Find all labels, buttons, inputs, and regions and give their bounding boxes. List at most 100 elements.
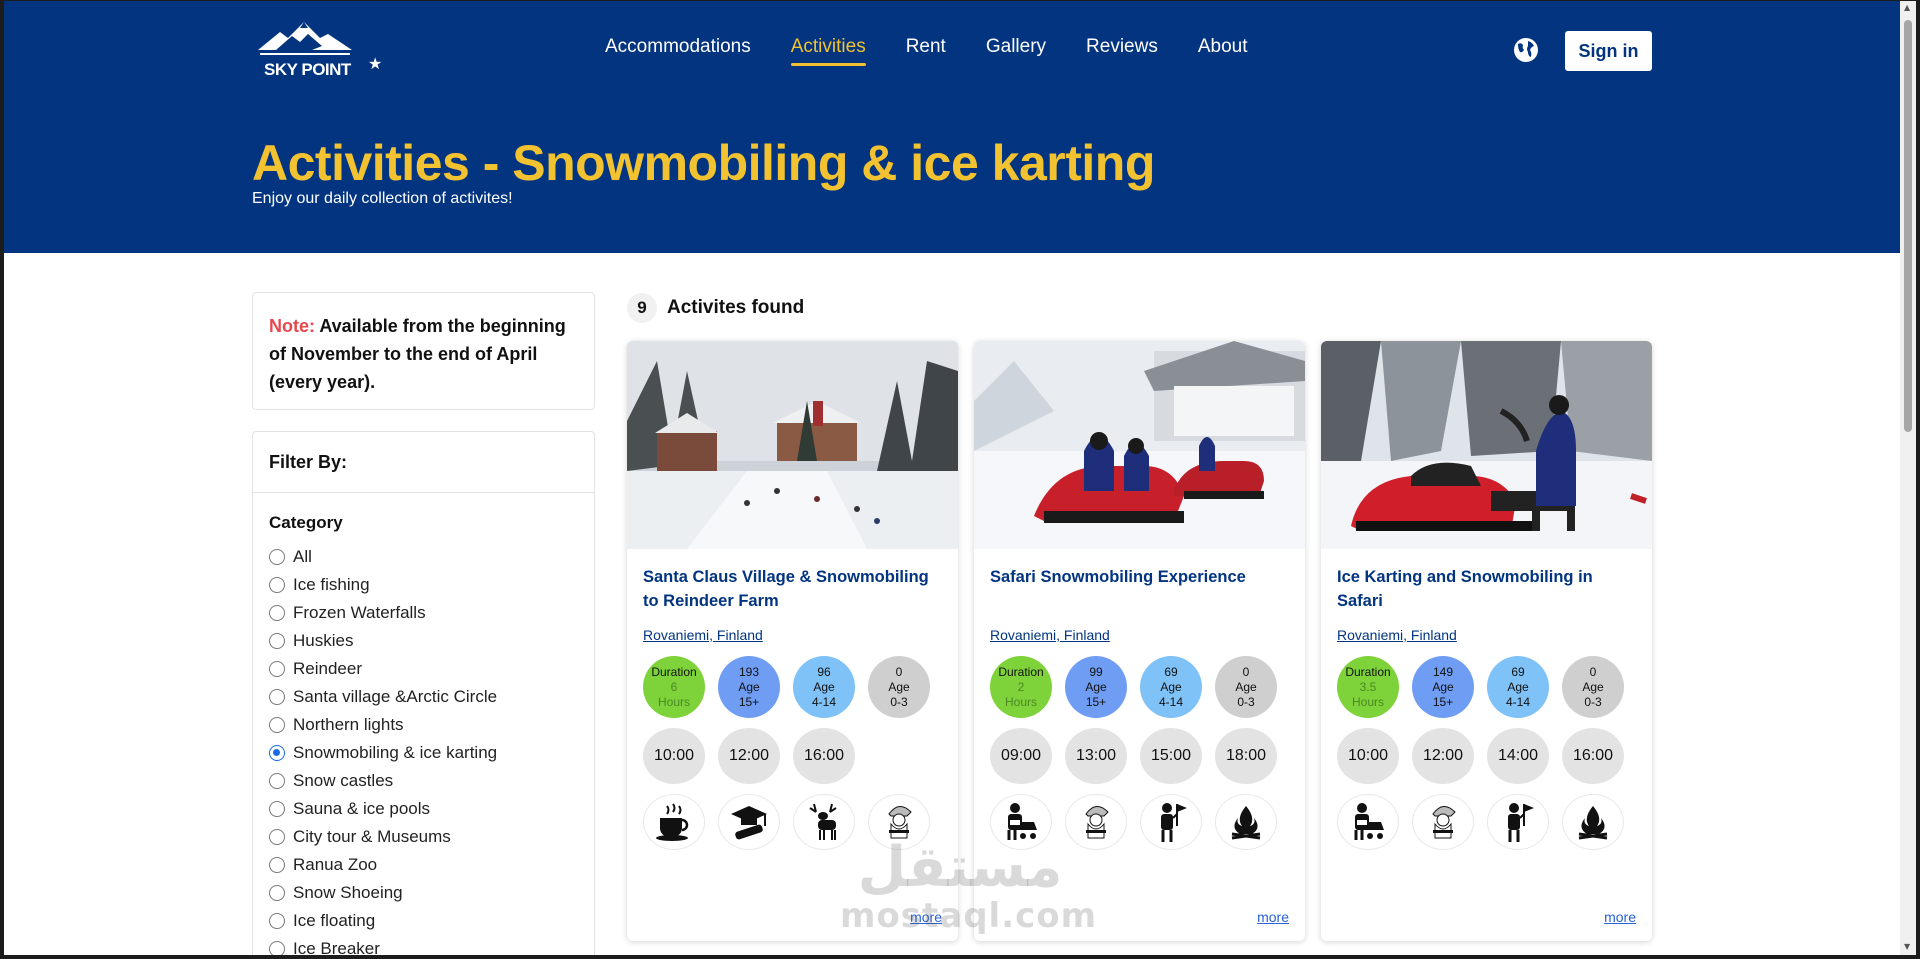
site-logo[interactable]: SKY POINT ★ [256,20,386,84]
price-child-badge: 69 Age 4-14 [1487,656,1549,718]
radio-button[interactable] [269,633,285,649]
category-option-huskies[interactable]: Huskies [269,627,578,655]
nav-accommodations[interactable]: Accommodations [605,36,751,66]
radio-button[interactable] [269,829,285,845]
more-link[interactable]: more [1257,909,1289,925]
included-features [1337,794,1636,850]
price-adult-badge: 99 Age 15+ [1065,656,1127,718]
activity-photo[interactable] [627,341,958,549]
nav-gallery[interactable]: Gallery [986,36,1046,66]
activity-location-link[interactable]: Rovaniemi, Finland [1337,627,1457,643]
activity-card[interactable]: Santa Claus Village & Snowmobiling to Re… [627,341,958,941]
category-option-snow-castles[interactable]: Snow castles [269,767,578,795]
category-label: Huskies [293,631,354,650]
time-slot[interactable]: 10:00 [1337,728,1399,784]
time-slot[interactable]: 15:00 [1140,728,1202,784]
radio-button-selected[interactable] [269,745,285,761]
category-option-northern-lights[interactable]: Northern lights [269,711,578,739]
activity-photo[interactable] [1321,341,1652,549]
more-link[interactable]: more [910,909,942,925]
category-option-all[interactable]: All [269,543,578,571]
activity-location-link[interactable]: Rovaniemi, Finland [990,627,1110,643]
duration-unit: Hours [1351,694,1384,709]
sign-in-button[interactable]: Sign in [1565,31,1652,71]
radio-button[interactable] [269,801,285,817]
included-features [990,794,1289,850]
more-link[interactable]: more [1604,909,1636,925]
duration-label: Duration [1345,664,1391,679]
category-label: All [293,547,312,566]
nav-reviews[interactable]: Reviews [1086,36,1158,66]
activity-title[interactable]: Safari Snowmobiling Experience [990,565,1289,613]
time-slot[interactable]: 13:00 [1065,728,1127,784]
radio-button[interactable] [269,549,285,565]
campfire-icon [1215,794,1277,850]
duration-badge: Duration 3.5 Hours [1337,656,1399,718]
radio-button[interactable] [269,913,285,929]
price-circles: Duration 6 Hours 193 Age 15+ 96 Age 4-14 0 Age 0… [643,656,942,718]
time-slot[interactable]: 10:00 [643,728,705,784]
category-option-ice-breaker[interactable]: Ice Breaker [269,935,578,959]
price-value: 0 [1242,664,1250,679]
category-option-snow-shoeing[interactable]: Snow Shoeing [269,879,578,907]
duration-value: 3.5 [1359,679,1377,694]
category-label: Snow Shoeing [293,883,403,902]
category-option-santa-village[interactable]: Santa village &Arctic Circle [269,683,578,711]
radio-button[interactable] [269,885,285,901]
radio-button[interactable] [269,689,285,705]
category-option-frozen-waterfalls[interactable]: Frozen Waterfalls [269,599,578,627]
category-option-ranua-zoo[interactable]: Ranua Zoo [269,851,578,879]
category-option-reindeer[interactable]: Reindeer [269,655,578,683]
price-value: 0 [1589,664,1597,679]
globe-language-icon[interactable] [1512,36,1540,64]
age-range: 15+ [738,694,760,709]
results-count-label: Activites found [667,297,805,318]
scrollbar-thumb[interactable] [1904,20,1912,432]
results-count-badge: 9 [627,293,657,323]
duration-badge: Duration 2 Hours [990,656,1052,718]
category-label: Snow castles [293,771,394,790]
scroll-down-arrow-icon[interactable]: ▼ [1904,942,1910,951]
page-title: Activities - Snowmobiling & ice karting [252,135,1155,191]
category-option-sauna[interactable]: Sauna & ice pools [269,795,578,823]
filter-panel: Filter By: Category All Ice fishing Froz… [252,431,595,959]
radio-button[interactable] [269,577,285,593]
time-slot[interactable]: 14:00 [1487,728,1549,784]
activity-title[interactable]: Ice Karting and Snowmobiling in Safari [1337,565,1636,613]
scroll-up-arrow-icon[interactable]: ▲ [1904,3,1910,12]
departure-times: 09:00 13:00 15:00 18:00 [990,728,1289,784]
nav-about[interactable]: About [1198,36,1248,66]
radio-button[interactable] [269,941,285,957]
nav-activities[interactable]: Activities [790,36,866,66]
radio-button[interactable] [269,605,285,621]
time-slot[interactable]: 18:00 [1215,728,1277,784]
time-slot[interactable]: 16:00 [1562,728,1624,784]
nav-rent[interactable]: Rent [906,36,946,66]
radio-button[interactable] [269,773,285,789]
time-slot[interactable]: 12:00 [1412,728,1474,784]
activity-title[interactable]: Santa Claus Village & Snowmobiling to Re… [643,565,942,613]
time-slot[interactable]: 12:00 [718,728,780,784]
radio-button[interactable] [269,857,285,873]
age-label: Age [1432,679,1454,694]
category-label: Sauna & ice pools [293,799,431,818]
age-range: 0-3 [1237,694,1255,709]
category-option-snowmobiling[interactable]: Snowmobiling & ice karting [269,739,578,767]
category-option-ice-fishing[interactable]: Ice fishing [269,571,578,599]
time-slot[interactable]: 09:00 [990,728,1052,784]
activity-card[interactable]: Safari Snowmobiling Experience Rovaniemi… [974,341,1305,941]
coffee-cup-icon [643,794,705,850]
category-option-ice-floating[interactable]: Ice floating [269,907,578,935]
radio-button[interactable] [269,717,285,733]
santa-claus-icon [868,794,930,850]
category-label: Northern lights [293,715,404,734]
radio-button[interactable] [269,661,285,677]
activity-photo[interactable] [974,341,1305,549]
category-option-city-tour[interactable]: City tour & Museums [269,823,578,851]
duration-unit: Hours [1004,694,1037,709]
time-slot[interactable]: 16:00 [793,728,855,784]
activity-location-link[interactable]: Rovaniemi, Finland [643,627,763,643]
reindeer-icon [793,794,855,850]
age-range: 0-3 [1584,694,1602,709]
activity-card[interactable]: Ice Karting and Snowmobiling in Safari R… [1321,341,1652,941]
